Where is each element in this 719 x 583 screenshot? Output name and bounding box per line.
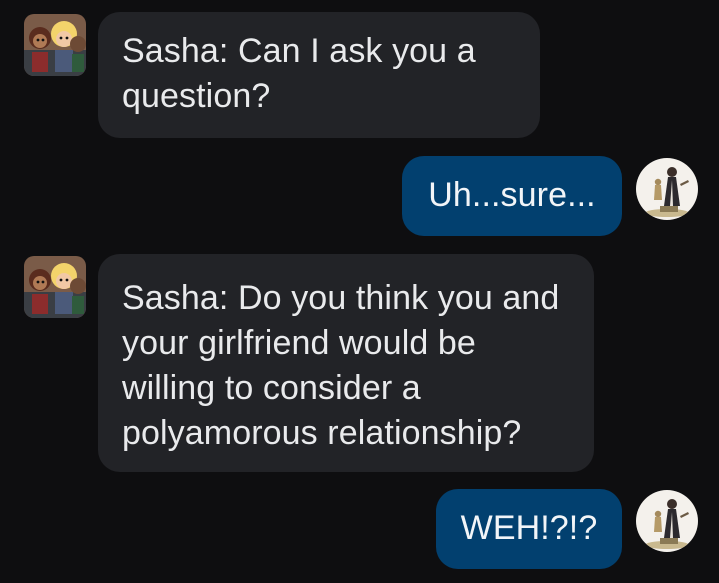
message-bubble-incoming[interactable]: Sasha: Can I ask you a question? — [98, 12, 540, 138]
message-bubble-outgoing[interactable]: WEH!?!? — [436, 489, 622, 569]
contact-avatar-icon[interactable] — [24, 14, 86, 76]
user-avatar-icon[interactable] — [636, 490, 698, 552]
message-text: WEH!?!? — [460, 509, 598, 547]
message-text: Sasha: Can I ask you a question? — [122, 32, 476, 115]
message-bubble-outgoing[interactable]: Uh...sure... — [402, 156, 622, 236]
message-text: Uh...sure... — [428, 176, 596, 214]
contact-avatar-icon[interactable] — [24, 256, 86, 318]
message-bubble-incoming[interactable]: Sasha: Do you think you and your girlfri… — [98, 254, 594, 472]
chat-thread: Sasha: Can I ask you a question? Uh...su… — [0, 0, 719, 583]
user-avatar-icon[interactable] — [636, 158, 698, 220]
message-text: Sasha: Do you think you and your girlfri… — [122, 279, 560, 452]
